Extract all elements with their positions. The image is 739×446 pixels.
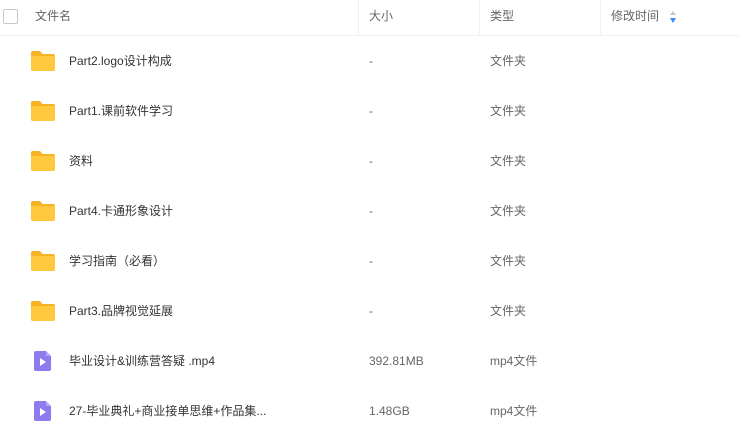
file-type: 文件夹 bbox=[490, 304, 527, 318]
file-name-link[interactable]: 毕业设计&训练营答疑 .mp4 bbox=[69, 336, 215, 386]
file-type: 文件夹 bbox=[490, 254, 527, 268]
column-divider[interactable] bbox=[358, 0, 359, 35]
column-divider[interactable] bbox=[479, 0, 480, 35]
file-type: 文件夹 bbox=[490, 54, 527, 68]
folder-icon bbox=[31, 151, 55, 171]
file-row[interactable]: 27-毕业典礼+商业接单思维+作品集... 1.48GB mp4文件 bbox=[0, 386, 739, 436]
select-all-checkbox[interactable] bbox=[3, 9, 18, 24]
video-file-icon bbox=[34, 351, 51, 371]
file-row[interactable]: Part1.课前软件学习 - 文件夹 bbox=[0, 86, 739, 136]
file-row[interactable]: 毕业设计&训练营答疑 .mp4 392.81MB mp4文件 bbox=[0, 336, 739, 386]
file-row[interactable]: Part2.logo设计构成 - 文件夹 bbox=[0, 36, 739, 86]
file-type: mp4文件 bbox=[490, 404, 538, 418]
file-list-header: 文件名 大小 类型 修改时间 bbox=[0, 0, 739, 36]
column-header-size[interactable]: 大小 bbox=[369, 0, 393, 35]
column-header-modified[interactable]: 修改时间 bbox=[611, 0, 659, 35]
file-row[interactable]: Part4.卡通形象设计 - 文件夹 bbox=[0, 186, 739, 236]
column-divider[interactable] bbox=[600, 0, 601, 35]
file-size: - bbox=[369, 154, 373, 168]
file-size: - bbox=[369, 304, 373, 318]
file-size: 392.81MB bbox=[369, 354, 424, 368]
file-size: 1.48GB bbox=[369, 404, 410, 418]
file-row[interactable]: Part3.品牌视觉延展 - 文件夹 bbox=[0, 286, 739, 336]
file-name-link[interactable]: 27-毕业典礼+商业接单思维+作品集... bbox=[69, 386, 266, 436]
file-size: - bbox=[369, 104, 373, 118]
file-type: mp4文件 bbox=[490, 354, 538, 368]
file-name-link[interactable]: Part2.logo设计构成 bbox=[69, 36, 172, 86]
file-size: - bbox=[369, 54, 373, 68]
file-row[interactable]: 学习指南（必看） - 文件夹 bbox=[0, 236, 739, 286]
file-type: 文件夹 bbox=[490, 154, 527, 168]
folder-icon bbox=[31, 101, 55, 121]
file-list: 文件名 大小 类型 修改时间 Part2.logo设计构成 - 文件夹 Part… bbox=[0, 0, 739, 446]
column-header-type[interactable]: 类型 bbox=[490, 0, 514, 35]
file-size: - bbox=[369, 254, 373, 268]
file-type: 文件夹 bbox=[490, 104, 527, 118]
sort-arrows-icon[interactable] bbox=[670, 11, 676, 23]
file-name-link[interactable]: 资料 bbox=[69, 136, 93, 186]
file-name-link[interactable]: Part1.课前软件学习 bbox=[69, 86, 173, 136]
file-row[interactable]: 资料 - 文件夹 bbox=[0, 136, 739, 186]
video-file-icon bbox=[34, 401, 51, 421]
file-name-link[interactable]: Part3.品牌视觉延展 bbox=[69, 286, 173, 336]
folder-icon bbox=[31, 301, 55, 321]
folder-icon bbox=[31, 51, 55, 71]
folder-icon bbox=[31, 201, 55, 221]
file-size: - bbox=[369, 204, 373, 218]
folder-icon bbox=[31, 251, 55, 271]
column-header-name[interactable]: 文件名 bbox=[35, 0, 71, 35]
file-type: 文件夹 bbox=[490, 204, 527, 218]
file-name-link[interactable]: Part4.卡通形象设计 bbox=[69, 186, 173, 236]
file-name-link[interactable]: 学习指南（必看） bbox=[69, 236, 165, 286]
